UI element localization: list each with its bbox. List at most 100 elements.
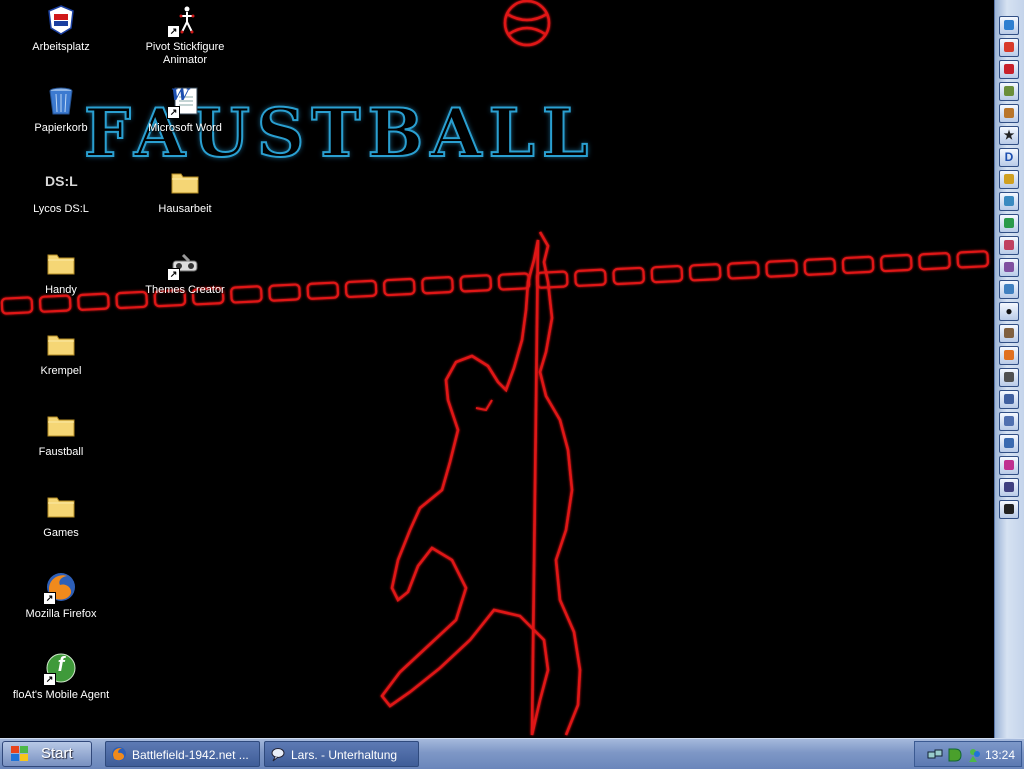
desktop-icon-float-agent[interactable]: f ↗ floAt's Mobile Agent [11,652,111,728]
messenger-icon [271,748,285,762]
star-icon[interactable]: ★ [999,126,1019,145]
network-icon[interactable] [927,747,943,763]
desktop-icon-faustball[interactable]: Faustball [11,409,111,485]
folder-icon [45,247,77,279]
desktop-icon-label: Lycos DS:L [33,203,89,215]
desktop-icon-label: Themes Creator [145,284,225,296]
clock: 13:24 [984,748,1015,762]
desktop-icon-label: Mozilla Firefox [25,608,97,620]
firefox-icon [112,747,126,761]
desktop-icon-label: Pivot Stickfigure Animator [145,41,225,66]
d-icon[interactable]: D [999,148,1019,167]
app-icon-13[interactable] [999,280,1019,299]
desktop-icon-word[interactable]: W ↗ Microsoft Word [135,85,235,161]
app-icon-17[interactable] [999,368,1019,387]
app-icon-22[interactable] [999,478,1019,497]
desktop-icon-label: floAt's Mobile Agent [12,689,110,701]
desktop-icon-pivot[interactable]: ↗ Pivot Stickfigure Animator [135,4,235,80]
task-label: Lars. - Unterhaltung [291,748,398,762]
desktop-icon-krempel[interactable]: Krempel [11,328,111,404]
quicklaunch-sidebar: ★ D ● [994,0,1024,738]
start-label: Start [41,745,73,762]
app-icon-2[interactable] [999,38,1019,57]
app-icon-15[interactable] [999,324,1019,343]
pivot-icon: ↗ [167,4,201,38]
ball-outline [503,0,551,47]
app-icon-10[interactable] [999,214,1019,233]
net-link [497,272,531,291]
system-tray: 13:24 [914,741,1022,767]
desktop-icon-hausarbeit[interactable]: Hausarbeit [135,166,235,242]
shortcut-arrow-icon: ↗ [43,673,56,686]
app-icon-9[interactable] [999,192,1019,211]
net-link [306,281,340,300]
desktop-icon-papierkorb[interactable]: Papierkorb [11,85,111,161]
net-link [344,279,378,299]
desktop-icon-label: Krempel [40,365,82,377]
desktop-icon-arbeitsplatz[interactable]: Arbeitsplatz [11,4,111,80]
net-link [956,250,990,269]
desktop-icon-firefox[interactable]: ↗ Mozilla Firefox [11,571,111,647]
app-icon-11[interactable] [999,236,1019,255]
stick-figure-icon[interactable] [999,500,1019,519]
net-link [880,253,913,273]
net-link [421,276,454,295]
net-link [230,285,263,304]
desktop: FAUSTBALL Arbeitsplatz Papierkorb DS:L L… [0,0,1024,738]
my-computer-icon [45,4,77,36]
desktop-icon-lycos-dsl[interactable]: DS:L Lycos DS:L [11,166,111,242]
net-link [383,277,416,297]
net-link [459,274,493,293]
desktop-icon-label: Arbeitsplatz [32,41,90,53]
desktop-icon-label: Papierkorb [34,122,88,134]
app-icon-8[interactable] [999,170,1019,189]
desktop-icon-label: Handy [45,284,77,296]
net-link [574,268,607,287]
folder-icon [45,409,77,441]
net-link [688,263,722,282]
folder-icon [45,328,77,360]
net-link [918,252,951,271]
shortcut-arrow-icon: ↗ [167,106,180,119]
float-agent-icon: f ↗ [43,652,77,686]
desktop-icon-games[interactable]: Games [11,490,111,566]
word-icon: W ↗ [167,85,201,119]
taskbar: Start Battlefield-1942.net ... Lars. - U… [0,738,1024,769]
firefox-icon: ↗ [43,571,77,605]
desktop-icon-label: Hausarbeit [158,203,212,215]
app-icon-3[interactable] [999,60,1019,79]
app-icon-1[interactable] [999,16,1019,35]
user-icon[interactable] [999,390,1019,409]
palette-icon[interactable] [999,456,1019,475]
net-link [841,255,875,275]
word-letter: W [171,85,189,104]
app-icon-12[interactable] [999,258,1019,277]
net-link [268,283,301,302]
net-link [803,257,837,276]
messenger-tray-icon[interactable] [967,747,983,763]
taskbar-button-battlefield[interactable]: Battlefield-1942.net ... [105,741,260,767]
net-link [650,264,684,284]
net-link [765,259,798,278]
shortcut-arrow-icon: ↗ [167,25,180,38]
app-icon-20[interactable] [999,434,1019,453]
desktop-icon-label: Microsoft Word [148,122,222,134]
desktop-icon-themes-creator[interactable]: ↗ Themes Creator [135,247,235,323]
desktop-icon-handy[interactable]: Handy [11,247,111,323]
d-tray-icon[interactable] [947,747,963,763]
folder-icon [45,490,77,522]
app-icon-5[interactable] [999,104,1019,123]
app-icon-19[interactable] [999,412,1019,431]
ball-icon[interactable]: ● [999,302,1019,321]
start-button[interactable]: Start [2,741,92,767]
shortcut-arrow-icon: ↗ [43,592,56,605]
player-silhouette [380,231,582,736]
taskbar-button-messenger[interactable]: Lars. - Unterhaltung [264,741,419,767]
net-link [727,261,760,280]
net-link [535,270,569,289]
task-label: Battlefield-1942.net ... [132,748,249,762]
app-icon-16[interactable] [999,346,1019,365]
app-icon-4[interactable] [999,82,1019,101]
desktop-icon-label: Faustball [38,446,84,458]
desktop-icon-label: Games [43,527,79,539]
